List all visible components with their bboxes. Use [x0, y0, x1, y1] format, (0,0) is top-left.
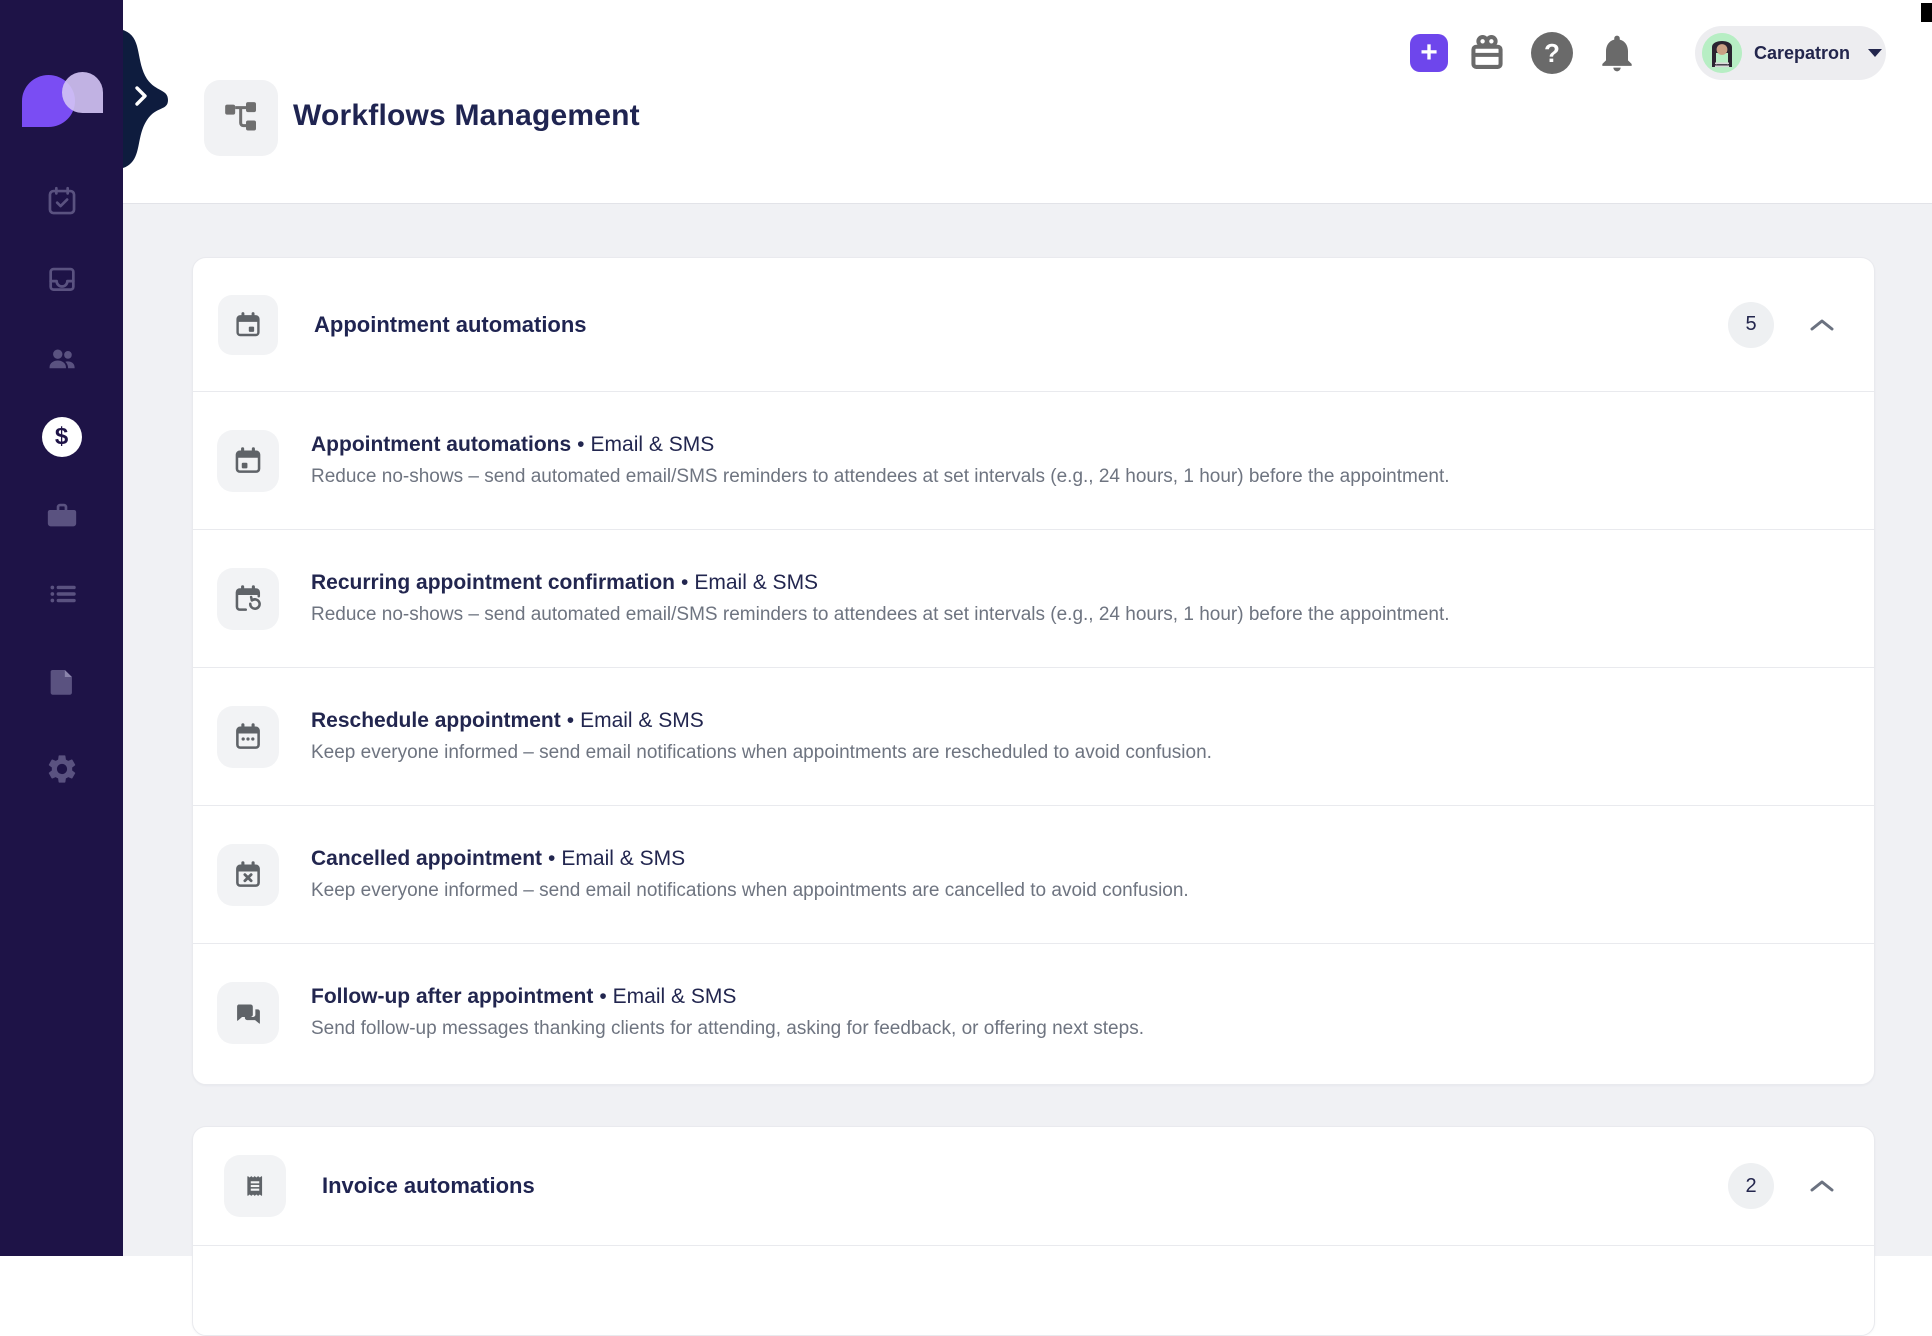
sidebar-item-calendar[interactable]	[0, 179, 123, 223]
gift-icon	[1465, 31, 1509, 75]
workflow-name: Cancelled appointment	[311, 847, 542, 870]
avatar	[1702, 33, 1742, 73]
briefcase-icon	[45, 498, 79, 532]
sidebar-item-inbox[interactable]	[0, 257, 123, 301]
section-title: Invoice automations	[322, 1173, 535, 1199]
workflow-channel: Email & SMS	[561, 847, 685, 870]
workflow-name: Reschedule appointment	[311, 709, 561, 732]
row-iconbox	[217, 430, 279, 492]
create-new-button[interactable]: +	[1410, 34, 1448, 72]
calendar-event-icon	[231, 444, 265, 478]
calendar-check-icon	[45, 184, 79, 218]
workflow-row-reschedule-appointment[interactable]: Reschedule appointment • Email & SMS Keep …	[193, 668, 1874, 805]
dollar-glyph: $	[55, 423, 68, 451]
logo-blob-right	[62, 72, 103, 113]
row-iconbox	[217, 568, 279, 630]
calendar-sync-icon	[231, 582, 265, 616]
workflow-description: Keep everyone informed – send email noti…	[311, 742, 1212, 764]
workflow-channel: Email & SMS	[613, 985, 737, 1008]
inbox-icon	[45, 262, 79, 296]
people-icon	[45, 341, 79, 375]
chat-bubbles-icon	[231, 996, 265, 1030]
workflow-name: Recurring appointment confirmation	[311, 571, 675, 594]
plus-icon: +	[1420, 38, 1438, 68]
account-menu[interactable]: Carepatron	[1695, 26, 1886, 80]
sidebar-item-lists[interactable]	[0, 572, 123, 616]
row-iconbox	[217, 844, 279, 906]
sidebar-item-billing[interactable]: $	[0, 415, 123, 459]
count-badge: 2	[1728, 1163, 1774, 1209]
workflow-description: Reduce no-shows – send automated email/S…	[311, 604, 1450, 626]
rewards-button[interactable]	[1464, 30, 1510, 76]
workflow-row-follow-up[interactable]: Follow-up after appointment•Email & SMS …	[193, 944, 1874, 1081]
workflow-channel: Email & SMS	[580, 709, 704, 732]
collapse-section-button[interactable]	[1802, 1166, 1842, 1206]
chevron-up-icon	[1808, 1177, 1836, 1195]
bullet-separator: •	[681, 571, 688, 594]
avatar-photo	[1702, 33, 1742, 73]
account-name: Carepatron	[1754, 43, 1850, 64]
collapse-section-button[interactable]	[1802, 305, 1842, 345]
workflow-schema-icon	[221, 98, 261, 138]
workflow-title: Cancelled appointment • Email & SMS	[311, 847, 1189, 871]
chevron-right-icon	[131, 84, 151, 108]
page-title: Workflows Management	[293, 99, 640, 133]
workflow-row-appointment-automations[interactable]: Appointment automations • Email & SMS Redu…	[193, 392, 1874, 529]
row-iconbox	[217, 982, 279, 1044]
section-title: Appointment automations	[314, 312, 587, 338]
workflow-title: Reschedule appointment • Email & SMS	[311, 709, 1212, 733]
calendar-cancel-icon	[231, 858, 265, 892]
calendar-event-icon	[232, 309, 264, 341]
workflow-description: Reduce no-shows – send automated email/S…	[311, 466, 1450, 488]
list-icon	[45, 577, 79, 611]
row-iconbox	[217, 706, 279, 768]
count-badge: 5	[1728, 302, 1774, 348]
sidebar-item-services[interactable]	[0, 493, 123, 537]
carepatron-logo-icon[interactable]	[22, 72, 104, 128]
workflow-row-recurring-confirmation[interactable]: Recurring appointment confirmation • Email…	[193, 530, 1874, 667]
workflow-title: Follow-up after appointment • Email & SMS	[311, 985, 1144, 1009]
bullet-separator: •	[548, 847, 555, 870]
bullet-separator: •	[567, 709, 574, 732]
section-iconbox	[224, 1155, 286, 1217]
screen-artifact-top	[1921, 3, 1932, 22]
sidebar-expand-button[interactable]	[126, 80, 156, 112]
workflow-title: Recurring appointment confirmation • Email…	[311, 571, 1450, 595]
sidebar-item-clients[interactable]	[0, 336, 123, 380]
workflow-name: Appointment automations	[311, 433, 571, 456]
section-iconbox	[218, 295, 278, 355]
document-icon	[45, 665, 79, 699]
chevron-down-icon	[1868, 49, 1882, 57]
workflow-title: Appointment automations • Email & SMS	[311, 433, 1450, 457]
section-appointment-automations: Appointment automations 5 Appointment au…	[192, 257, 1875, 1085]
divider	[193, 1245, 1874, 1246]
chevron-up-icon	[1808, 316, 1836, 334]
help-button[interactable]: ?	[1529, 30, 1575, 76]
bullet-separator: •	[577, 433, 584, 456]
billing-dollar-icon: $	[42, 417, 82, 457]
section-header-invoices[interactable]: Invoice automations 2	[193, 1127, 1874, 1245]
section-invoice-automations: Invoice automations 2	[192, 1126, 1875, 1336]
workflow-channel: Email & SMS	[591, 433, 715, 456]
sidebar-item-settings[interactable]	[0, 747, 123, 791]
section-header-appointments[interactable]: Appointment automations 5	[193, 258, 1874, 391]
workflow-name: Follow-up after appointment	[311, 985, 593, 1008]
workflow-description: Send follow-up messages thanking clients…	[311, 1018, 1144, 1040]
page-title-iconbox	[204, 80, 278, 156]
receipt-icon	[238, 1169, 272, 1203]
settings-gear-icon	[45, 752, 79, 786]
sidebar-item-documents[interactable]	[0, 660, 123, 704]
sidebar: $	[0, 0, 123, 1256]
notifications-button[interactable]	[1594, 30, 1640, 76]
bell-icon	[1595, 30, 1639, 76]
workflow-channel: Email & SMS	[694, 571, 818, 594]
workflow-description: Keep everyone informed – send email noti…	[311, 880, 1189, 902]
workflow-row-cancelled-appointment[interactable]: Cancelled appointment • Email & SMS Keep e…	[193, 806, 1874, 943]
calendar-month-icon	[231, 720, 265, 754]
help-icon: ?	[1531, 32, 1573, 74]
bullet-separator: •	[599, 985, 606, 1008]
question-glyph: ?	[1544, 38, 1560, 69]
